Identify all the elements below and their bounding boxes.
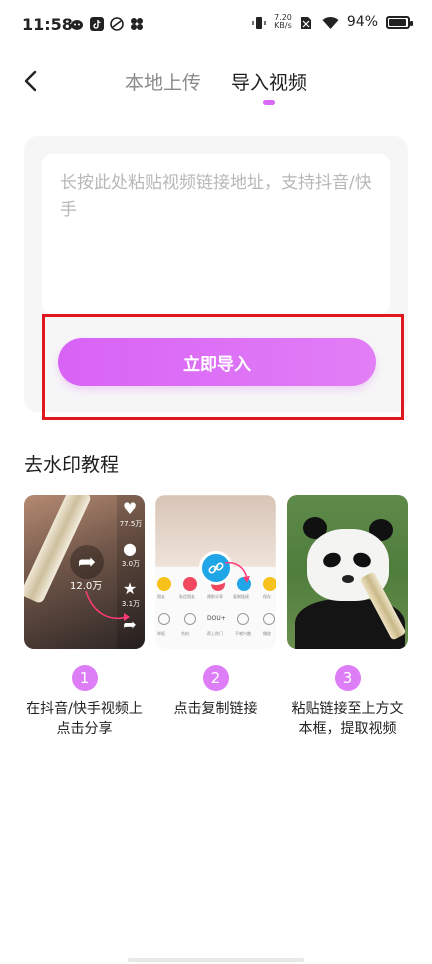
heart-icon: ♥ <box>122 499 138 518</box>
share-arrow-icon: ➦ <box>70 545 104 579</box>
step-number-3: 3 <box>334 665 361 691</box>
friend-dot-icon <box>157 577 171 591</box>
status-time: 11:58 <box>22 15 73 34</box>
network-speed-unit: KB/s <box>274 21 292 30</box>
comment-count: 3.0万 <box>121 560 141 568</box>
tutorial-step-3: 3 粘贴链接至上方文本框，提取视频 <box>287 495 408 739</box>
face-icon <box>70 16 84 30</box>
tab-active-indicator <box>263 100 275 105</box>
message-dot-icon <box>183 577 197 591</box>
share-label-6: 举报 <box>157 631 165 636</box>
like-count: 77.5万 <box>119 520 143 528</box>
network-speed: 7.20 KB/s <box>274 14 292 30</box>
no-sim-icon <box>300 15 314 29</box>
share-label-2: 私信朋友 <box>179 594 195 599</box>
status-bar: 11:58 7.20 KB/s 94% <box>0 0 432 50</box>
report-icon <box>158 613 170 625</box>
tab-import-video[interactable]: 导入视频 <box>231 68 308 105</box>
share-label-7: 合拍 <box>181 631 189 636</box>
tutorial-step-1: ♥ 77.5万 ● 3.0万 ★ 3.1万 ➦ ➦ 12.0万 1 在抖音/快手… <box>24 495 145 739</box>
pointer-arrow-icon <box>224 561 250 583</box>
share-label-1: 朋友 <box>157 594 165 599</box>
share-label-5: 保存 <box>263 594 271 599</box>
header: 本地上传 导入视频 <box>0 58 432 105</box>
battery-icon <box>386 15 413 29</box>
notification-icons <box>70 16 144 31</box>
panda-nose <box>342 575 354 583</box>
share-label-4: 复制链接 <box>233 594 249 599</box>
tab-local-upload[interactable]: 本地上传 <box>125 68 201 95</box>
import-button-highlight <box>42 314 404 420</box>
home-indicator[interactable] <box>128 958 304 962</box>
step-2-text: 点击复制链接 <box>173 701 258 717</box>
tab-import-video-label: 导入视频 <box>231 72 308 94</box>
status-right: 7.20 KB/s 94% <box>252 14 413 30</box>
hot-icon <box>237 613 249 625</box>
step-number-1: 1 <box>71 665 98 691</box>
video-link-input[interactable] <box>42 154 390 314</box>
fan-icon <box>110 16 124 31</box>
step-2-image: 朋友 私信朋友 建群分享 复制链接 保存 DOU+ 举报 合拍 帮上热门 不感兴… <box>155 495 276 649</box>
share-label-3: 建群分享 <box>207 594 223 599</box>
battery-percent: 94% <box>346 14 378 30</box>
comment-icon: ● <box>123 539 137 558</box>
step-1-text: 在抖音/快手视频上点击分享 <box>26 701 143 737</box>
step-1-image: ♥ 77.5万 ● 3.0万 ★ 3.1万 ➦ ➦ 12.0万 <box>24 495 145 649</box>
tiktok-icon <box>90 16 104 31</box>
step-3-image <box>287 495 408 649</box>
vibrate-icon <box>252 15 266 29</box>
share-label-10: 播放 <box>263 631 271 636</box>
tutorial-title: 去水印教程 <box>24 454 120 476</box>
tutorial-step-2: 朋友 私信朋友 建群分享 复制链接 保存 DOU+ 举报 合拍 帮上热门 不感兴… <box>155 495 276 719</box>
pointer-arrow-icon <box>85 590 130 621</box>
dislike-icon <box>263 613 275 625</box>
flower-icon <box>130 16 144 30</box>
step-3-text: 粘贴链接至上方文本框，提取视频 <box>291 701 404 737</box>
tab-bar: 本地上传 导入视频 <box>0 68 432 105</box>
share-label-8: 帮上热门 <box>207 631 223 636</box>
share-label-9: 不感兴趣 <box>235 631 251 636</box>
step-number-2: 2 <box>202 665 229 691</box>
dou-plus-label: DOU+ <box>207 615 226 622</box>
wifi-icon <box>322 15 339 29</box>
battery-fill <box>389 18 406 26</box>
save-dot-icon <box>263 577 276 591</box>
duet-icon <box>184 613 196 625</box>
